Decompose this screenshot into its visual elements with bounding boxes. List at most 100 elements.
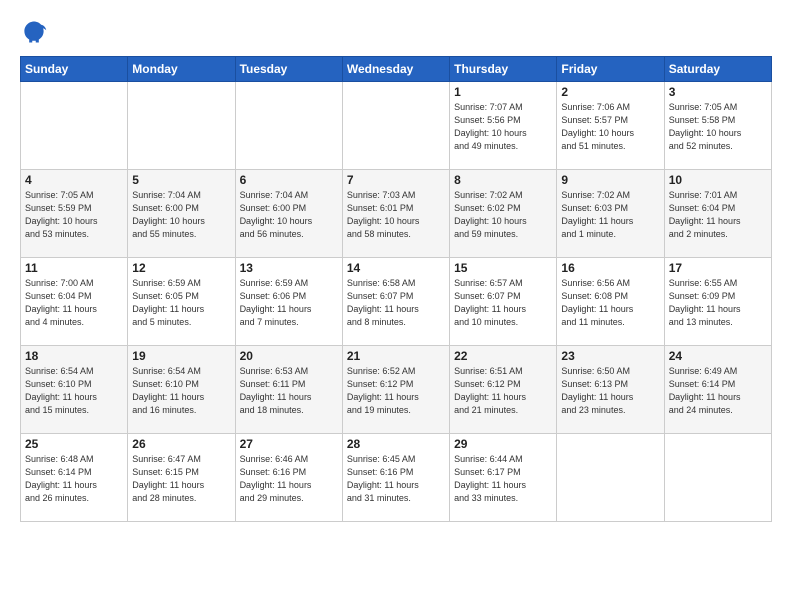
- day-number: 19: [132, 349, 230, 363]
- day-number: 22: [454, 349, 552, 363]
- week-row-5: 25 Sunrise: 6:48 AM Sunset: 6:14 PM Dayli…: [21, 434, 772, 522]
- calendar-cell: 28Sunrise: 6:45 AM Sunset: 6:16 PM Dayli…: [342, 434, 449, 522]
- day-info: Sunrise: 7:02 AM Sunset: 6:02 PM Dayligh…: [454, 189, 552, 241]
- week-row-3: 11 Sunrise: 7:00 AM Sunset: 6:04 PM Dayli…: [21, 258, 772, 346]
- day-info: Sunrise: 6:50 AM Sunset: 6:13 PM Dayligh…: [561, 365, 659, 417]
- day-number: 24: [669, 349, 767, 363]
- calendar-cell: 19Sunrise: 6:54 AM Sunset: 6:10 PM Dayli…: [128, 346, 235, 434]
- calendar-table: SundayMondayTuesdayWednesdayThursdayFrid…: [20, 56, 772, 522]
- logo-icon: [20, 18, 48, 46]
- day-info: Sunrise: 7:04 AM Sunset: 6:00 PM Dayligh…: [132, 189, 230, 241]
- day-info: Sunrise: 6:53 AM Sunset: 6:11 PM Dayligh…: [240, 365, 338, 417]
- day-number: 18: [25, 349, 123, 363]
- day-number: 10: [669, 173, 767, 187]
- calendar-cell: 14 Sunrise: 6:58 AM Sunset: 6:07 PM Dayli…: [342, 258, 449, 346]
- day-info: Sunrise: 7:01 AM Sunset: 6:04 PM Dayligh…: [669, 189, 767, 241]
- calendar-cell: 20 Sunrise: 6:53 AM Sunset: 6:11 PM Dayli…: [235, 346, 342, 434]
- calendar-cell: 2 Sunrise: 7:06 AM Sunset: 5:57 PM Daylig…: [557, 82, 664, 170]
- header-row-days: SundayMondayTuesdayWednesdayThursdayFrid…: [21, 57, 772, 82]
- calendar-cell: 7Sunrise: 7:03 AM Sunset: 6:01 PM Daylig…: [342, 170, 449, 258]
- calendar-cell: [342, 82, 449, 170]
- day-number: 9: [561, 173, 659, 187]
- day-info: Sunrise: 6:56 AM Sunset: 6:08 PM Dayligh…: [561, 277, 659, 329]
- day-number: 1: [454, 85, 552, 99]
- day-number: 3: [669, 85, 767, 99]
- day-number: 5: [132, 173, 230, 187]
- day-info: Sunrise: 6:58 AM Sunset: 6:07 PM Dayligh…: [347, 277, 445, 329]
- calendar-cell: 24 Sunrise: 6:49 AM Sunset: 6:14 PM Dayli…: [664, 346, 771, 434]
- day-number: 29: [454, 437, 552, 451]
- day-info: Sunrise: 7:06 AM Sunset: 5:57 PM Dayligh…: [561, 101, 659, 153]
- day-info: Sunrise: 6:55 AM Sunset: 6:09 PM Dayligh…: [669, 277, 767, 329]
- day-header-wednesday: Wednesday: [342, 57, 449, 82]
- day-number: 15: [454, 261, 552, 275]
- day-number: 20: [240, 349, 338, 363]
- calendar-cell: 18 Sunrise: 6:54 AM Sunset: 6:10 PM Dayli…: [21, 346, 128, 434]
- header-row: [20, 18, 772, 46]
- calendar-cell: [235, 82, 342, 170]
- day-number: 7: [347, 173, 445, 187]
- day-number: 17: [669, 261, 767, 275]
- day-info: Sunrise: 6:48 AM Sunset: 6:14 PM Dayligh…: [25, 453, 123, 505]
- day-info: Sunrise: 6:59 AM Sunset: 6:06 PM Dayligh…: [240, 277, 338, 329]
- calendar-cell: 25 Sunrise: 6:48 AM Sunset: 6:14 PM Dayli…: [21, 434, 128, 522]
- calendar-cell: 15 Sunrise: 6:57 AM Sunset: 6:07 PM Dayli…: [450, 258, 557, 346]
- day-number: 2: [561, 85, 659, 99]
- day-info: Sunrise: 7:05 AM Sunset: 5:58 PM Dayligh…: [669, 101, 767, 153]
- day-number: 25: [25, 437, 123, 451]
- week-row-2: 4Sunrise: 7:05 AM Sunset: 5:59 PM Daylig…: [21, 170, 772, 258]
- calendar-cell: 23 Sunrise: 6:50 AM Sunset: 6:13 PM Dayli…: [557, 346, 664, 434]
- calendar-cell: 5 Sunrise: 7:04 AM Sunset: 6:00 PM Daylig…: [128, 170, 235, 258]
- day-number: 14: [347, 261, 445, 275]
- calendar-cell: 27 Sunrise: 6:46 AM Sunset: 6:16 PM Dayli…: [235, 434, 342, 522]
- calendar-cell: 17 Sunrise: 6:55 AM Sunset: 6:09 PM Dayli…: [664, 258, 771, 346]
- calendar-cell: 4Sunrise: 7:05 AM Sunset: 5:59 PM Daylig…: [21, 170, 128, 258]
- day-number: 11: [25, 261, 123, 275]
- calendar-cell: 10 Sunrise: 7:01 AM Sunset: 6:04 PM Dayli…: [664, 170, 771, 258]
- day-header-thursday: Thursday: [450, 57, 557, 82]
- calendar-cell: 21 Sunrise: 6:52 AM Sunset: 6:12 PM Dayli…: [342, 346, 449, 434]
- calendar-cell: [21, 82, 128, 170]
- day-header-sunday: Sunday: [21, 57, 128, 82]
- day-info: Sunrise: 6:47 AM Sunset: 6:15 PM Dayligh…: [132, 453, 230, 505]
- calendar-cell: 3 Sunrise: 7:05 AM Sunset: 5:58 PM Daylig…: [664, 82, 771, 170]
- calendar-cell: [664, 434, 771, 522]
- day-header-friday: Friday: [557, 57, 664, 82]
- day-info: Sunrise: 6:59 AM Sunset: 6:05 PM Dayligh…: [132, 277, 230, 329]
- day-number: 4: [25, 173, 123, 187]
- logo: [20, 18, 52, 46]
- day-info: Sunrise: 6:57 AM Sunset: 6:07 PM Dayligh…: [454, 277, 552, 329]
- calendar-cell: 12 Sunrise: 6:59 AM Sunset: 6:05 PM Dayli…: [128, 258, 235, 346]
- day-info: Sunrise: 6:49 AM Sunset: 6:14 PM Dayligh…: [669, 365, 767, 417]
- calendar-cell: [557, 434, 664, 522]
- day-info: Sunrise: 6:45 AM Sunset: 6:16 PM Dayligh…: [347, 453, 445, 505]
- day-header-tuesday: Tuesday: [235, 57, 342, 82]
- day-number: 13: [240, 261, 338, 275]
- calendar-cell: 8 Sunrise: 7:02 AM Sunset: 6:02 PM Daylig…: [450, 170, 557, 258]
- week-row-4: 18 Sunrise: 6:54 AM Sunset: 6:10 PM Dayli…: [21, 346, 772, 434]
- day-header-saturday: Saturday: [664, 57, 771, 82]
- day-info: Sunrise: 6:54 AM Sunset: 6:10 PM Dayligh…: [25, 365, 123, 417]
- calendar-page: SundayMondayTuesdayWednesdayThursdayFrid…: [0, 0, 792, 532]
- calendar-cell: [128, 82, 235, 170]
- calendar-cell: 9Sunrise: 7:02 AM Sunset: 6:03 PM Daylig…: [557, 170, 664, 258]
- day-info: Sunrise: 7:00 AM Sunset: 6:04 PM Dayligh…: [25, 277, 123, 329]
- day-number: 23: [561, 349, 659, 363]
- day-info: Sunrise: 6:52 AM Sunset: 6:12 PM Dayligh…: [347, 365, 445, 417]
- calendar-cell: 13 Sunrise: 6:59 AM Sunset: 6:06 PM Dayli…: [235, 258, 342, 346]
- calendar-cell: 29Sunrise: 6:44 AM Sunset: 6:17 PM Dayli…: [450, 434, 557, 522]
- day-number: 27: [240, 437, 338, 451]
- week-row-1: 1 Sunrise: 7:07 AM Sunset: 5:56 PM Daylig…: [21, 82, 772, 170]
- day-info: Sunrise: 6:51 AM Sunset: 6:12 PM Dayligh…: [454, 365, 552, 417]
- day-number: 16: [561, 261, 659, 275]
- day-number: 26: [132, 437, 230, 451]
- calendar-cell: 11 Sunrise: 7:00 AM Sunset: 6:04 PM Dayli…: [21, 258, 128, 346]
- day-number: 12: [132, 261, 230, 275]
- day-info: Sunrise: 7:04 AM Sunset: 6:00 PM Dayligh…: [240, 189, 338, 241]
- day-number: 21: [347, 349, 445, 363]
- calendar-cell: 1 Sunrise: 7:07 AM Sunset: 5:56 PM Daylig…: [450, 82, 557, 170]
- day-header-monday: Monday: [128, 57, 235, 82]
- day-info: Sunrise: 7:07 AM Sunset: 5:56 PM Dayligh…: [454, 101, 552, 153]
- day-info: Sunrise: 6:46 AM Sunset: 6:16 PM Dayligh…: [240, 453, 338, 505]
- day-number: 8: [454, 173, 552, 187]
